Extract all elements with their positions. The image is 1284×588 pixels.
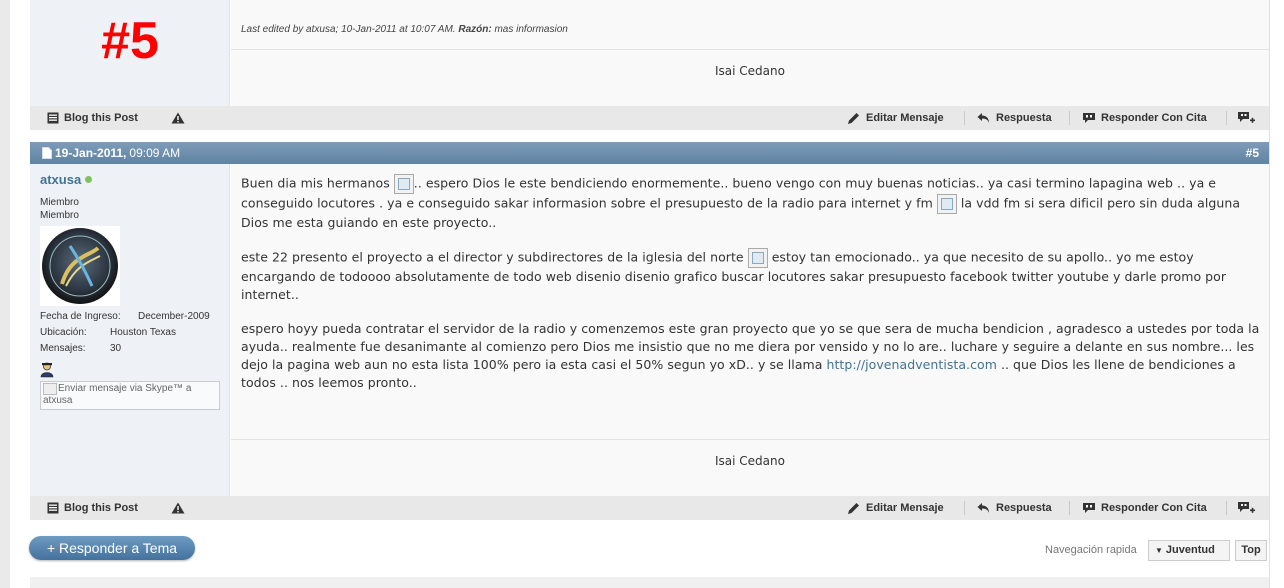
- post1-signature: Isai Cedano: [715, 64, 785, 78]
- post-message: Buen dia mis hermanos .. espero Dios le …: [241, 174, 1261, 408]
- user-title: Miembro: [40, 210, 79, 221]
- edited-prefix: Last edited by atxusa; 10-Jan-2011 at 10…: [241, 24, 459, 35]
- quote-reply-button[interactable]: Responder Con Cita: [1082, 496, 1207, 520]
- reply-to-thread-button[interactable]: + Responder a Tema: [29, 536, 195, 560]
- last-edited-note: Last edited by atxusa; 10-Jan-2011 at 10…: [241, 24, 568, 35]
- quick-navigation-select[interactable]: ▼ Juventud: [1148, 540, 1230, 561]
- post-number-annotation: #5: [101, 12, 159, 70]
- quick-navigation-value: Juventud: [1165, 544, 1215, 556]
- edit-post-button[interactable]: Editar Mensaje: [847, 496, 944, 520]
- blog-label: Blog this Post: [64, 112, 138, 124]
- user-rank: Miembro: [40, 197, 79, 208]
- action-separator: [1069, 111, 1070, 125]
- smiley-icon: [393, 174, 414, 194]
- pencil-icon: [847, 502, 861, 515]
- quote-label: Responder Con Cita: [1101, 502, 1207, 514]
- blog-label: Blog this Post: [64, 502, 138, 514]
- multiquote-icon: [1237, 501, 1255, 515]
- blog-this-post-button[interactable]: Blog this Post: [47, 106, 138, 130]
- reply-label: Respuesta: [996, 502, 1052, 514]
- top-button[interactable]: Top: [1235, 540, 1267, 561]
- broken-image-icon: [43, 383, 57, 395]
- signature-separator: [231, 49, 1269, 50]
- blog-icon: [47, 502, 59, 514]
- posts-count-value: 30: [110, 343, 122, 354]
- username-link[interactable]: atxusa: [40, 172, 93, 187]
- report-post-button[interactable]: [171, 496, 185, 520]
- multiquote-button[interactable]: [1237, 496, 1255, 520]
- post1-action-bar: Blog this Post Editar Mensaje Respuesta …: [30, 106, 1269, 130]
- post-number-link[interactable]: #5: [1246, 142, 1259, 164]
- smiley-icon: [936, 194, 957, 214]
- quote-bubble-icon: [1082, 112, 1096, 124]
- post-date: 19-Jan-2011, 09:09 AM: [42, 142, 180, 164]
- report-post-button[interactable]: [171, 106, 185, 130]
- reply-label: Respuesta: [996, 112, 1052, 124]
- skype-person-icon[interactable]: [40, 362, 54, 382]
- smiley-icon: [747, 248, 768, 268]
- edited-reason-label: Razón:: [458, 24, 492, 35]
- action-separator: [1069, 501, 1070, 515]
- chevron-down-icon: ▼: [1155, 546, 1163, 555]
- username-text: atxusa: [40, 172, 82, 187]
- posts-count-label: Mensajes:: [40, 343, 86, 354]
- quote-reply-button[interactable]: Responder Con Cita: [1082, 106, 1207, 130]
- join-date-label: Fecha de Ingreso:: [40, 311, 121, 322]
- skype-alt-text: Enviar mensaje via Skype™ a atxusa: [43, 383, 192, 406]
- message-text: este 22 presento el proyecto a el direct…: [241, 249, 748, 265]
- post-date-text: 19-Jan-2011,: [55, 146, 127, 160]
- location-label: Ubicación:: [40, 327, 87, 338]
- post2-action-bar: Blog this Post Editar Mensaje Respuesta …: [30, 496, 1269, 520]
- pencil-icon: [847, 112, 861, 125]
- blog-icon: [47, 112, 59, 124]
- quote-label: Responder Con Cita: [1101, 112, 1207, 124]
- edit-label: Editar Mensaje: [866, 112, 944, 124]
- online-status-icon: [85, 176, 93, 183]
- message-text: Buen dia mis hermanos: [241, 175, 394, 191]
- left-scroll-strip: [0, 0, 10, 588]
- warning-icon: [171, 502, 185, 514]
- warning-icon: [171, 112, 185, 124]
- quick-navigation-label: Navegación rapida: [1045, 544, 1137, 556]
- reply-button[interactable]: Respuesta: [977, 106, 1052, 130]
- join-date-value: December-2009: [138, 311, 210, 322]
- forum-thread-page: #5 Last edited by atxusa; 10-Jan-2011 at…: [0, 0, 1284, 588]
- action-separator: [964, 111, 965, 125]
- action-separator: [1226, 501, 1227, 515]
- post1-body: [231, 0, 1269, 106]
- user-avatar[interactable]: [40, 226, 120, 306]
- action-separator: [964, 501, 965, 515]
- reply-arrow-icon: [977, 112, 991, 124]
- skype-message-button[interactable]: Enviar mensaje via Skype™ a atxusa: [40, 381, 220, 410]
- edited-reason: mas informasion: [491, 24, 568, 35]
- quote-bubble-icon: [1082, 502, 1096, 514]
- website-link[interactable]: http://jovenadventista.com: [826, 357, 996, 372]
- blog-this-post-button[interactable]: Blog this Post: [47, 496, 138, 520]
- message-paragraph: Buen dia mis hermanos .. espero Dios le …: [241, 174, 1261, 232]
- post2-signature: Isai Cedano: [715, 454, 785, 468]
- bottom-strip: [30, 577, 1269, 588]
- right-margin: [1270, 0, 1284, 588]
- edit-label: Editar Mensaje: [866, 502, 944, 514]
- reply-button[interactable]: Respuesta: [977, 496, 1052, 520]
- edit-post-button[interactable]: Editar Mensaje: [847, 106, 944, 130]
- reply-arrow-icon: [977, 502, 991, 514]
- multiquote-button[interactable]: [1237, 106, 1255, 130]
- post-header: 19-Jan-2011, 09:09 AM #5: [30, 142, 1269, 164]
- location-row: Ubicación: Houston Texas: [40, 327, 176, 338]
- location-value: Houston Texas: [110, 327, 176, 338]
- action-separator: [1226, 111, 1227, 125]
- post-document-icon: [42, 147, 52, 159]
- join-date-row: Fecha de Ingreso: December-2009: [40, 311, 210, 322]
- signature-separator: [231, 439, 1269, 440]
- multiquote-icon: [1237, 111, 1255, 125]
- message-paragraph: este 22 presento el proyecto a el direct…: [241, 248, 1261, 304]
- posts-count-row: Mensajes: 30: [40, 343, 121, 354]
- post-time-text: 09:09 AM: [129, 146, 181, 160]
- message-paragraph: espero hoyy pueda contratar el servidor …: [241, 320, 1261, 392]
